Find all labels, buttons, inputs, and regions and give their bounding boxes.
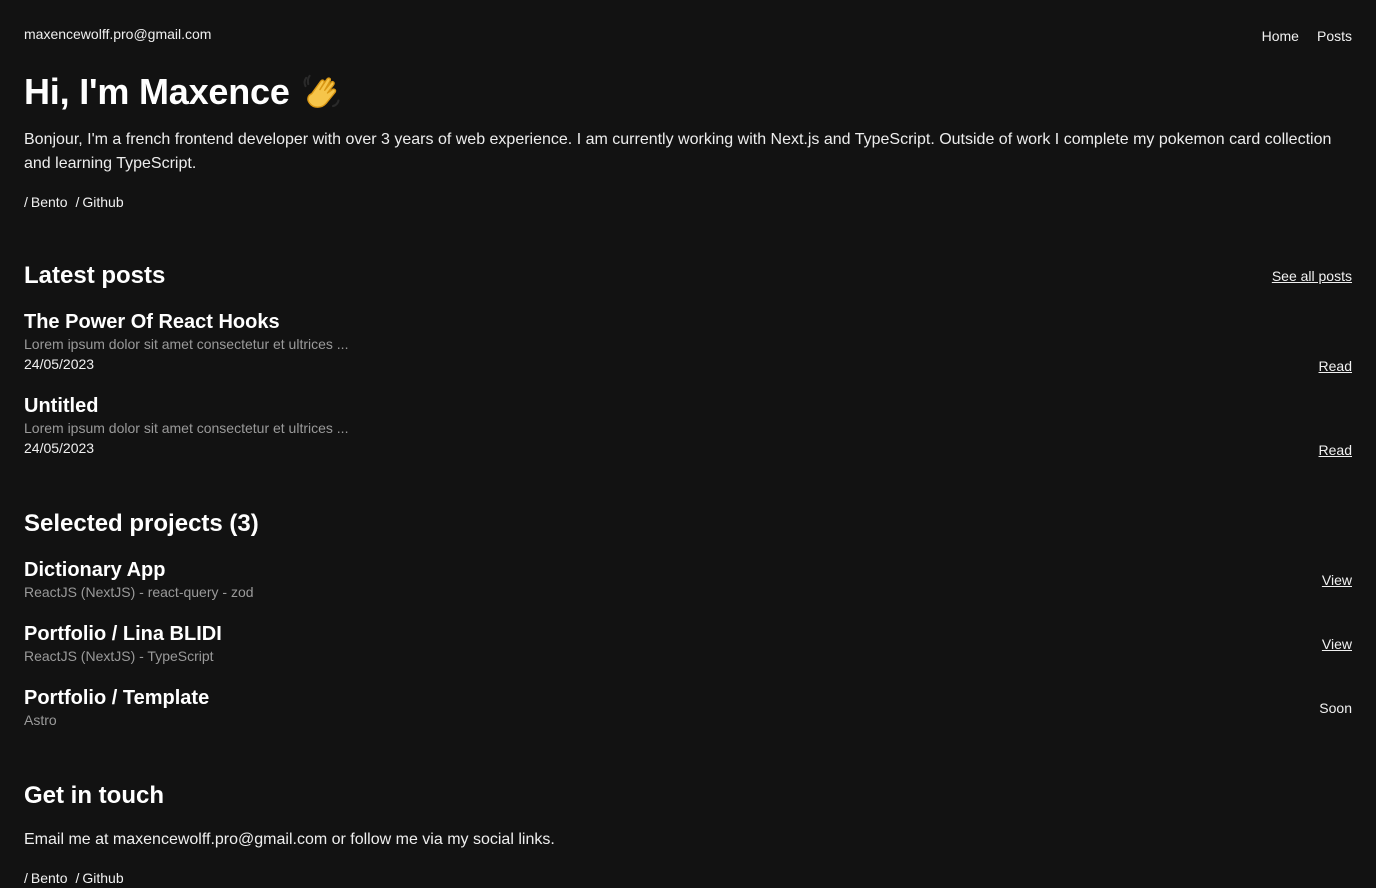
nav-home-link[interactable]: Home bbox=[1262, 28, 1299, 44]
nav-posts-link[interactable]: Posts bbox=[1317, 28, 1352, 44]
post-excerpt: Lorem ipsum dolor sit amet consectetur e… bbox=[24, 420, 349, 436]
link-prefix: / bbox=[24, 870, 28, 886]
post-date: 24/05/2023 bbox=[24, 440, 95, 456]
latest-posts-heading: Latest posts bbox=[24, 262, 166, 289]
github-link-bottom[interactable]: / Github bbox=[75, 870, 123, 886]
see-all-posts-link[interactable]: See all posts bbox=[1272, 268, 1352, 284]
main-navigation: Home Posts bbox=[1262, 28, 1352, 44]
selected-projects-heading: Selected projects (3) bbox=[24, 510, 259, 537]
bento-label: Bento bbox=[30, 194, 68, 210]
hero-title-text: Hi, I'm Maxence bbox=[24, 71, 290, 112]
project-title: Dictionary App bbox=[24, 559, 166, 581]
get-in-touch-heading: Get in touch bbox=[24, 782, 164, 809]
project-title: Portfolio / Lina BLIDI bbox=[24, 623, 222, 645]
social-links-top: / Bento / Github bbox=[24, 194, 124, 210]
view-project-link[interactable]: View bbox=[1322, 636, 1352, 652]
portfolio-page: maxencewolff.pro@gmail.com Home Posts Hi… bbox=[0, 0, 1376, 888]
project-title: Portfolio / Template bbox=[24, 687, 210, 709]
post-date: 24/05/2023 bbox=[24, 356, 95, 372]
project-technologies: ReactJS (NextJS) - react-query - zod bbox=[24, 584, 254, 600]
post-excerpt: Lorem ipsum dolor sit amet consectetur e… bbox=[24, 336, 349, 352]
header-email: maxencewolff.pro@gmail.com bbox=[24, 26, 212, 42]
view-project-link[interactable]: View bbox=[1322, 572, 1352, 588]
read-post-link[interactable]: Read bbox=[1319, 358, 1352, 374]
github-label: Github bbox=[82, 870, 124, 886]
link-prefix: / bbox=[75, 870, 80, 886]
post-item: Untitled Lorem ipsum dolor sit amet cons… bbox=[24, 394, 1352, 460]
project-technologies: ReactJS (NextJS) - TypeScript bbox=[24, 648, 214, 664]
post-title: Untitled bbox=[24, 395, 99, 417]
bento-link-top[interactable]: / Bento bbox=[24, 194, 67, 210]
link-prefix: / bbox=[75, 194, 80, 210]
post-item: The Power Of React Hooks Lorem ipsum dol… bbox=[24, 310, 1352, 376]
github-link-top[interactable]: / Github bbox=[75, 194, 123, 210]
contact-description: Email me at maxencewolff.pro@gmail.com o… bbox=[24, 831, 555, 848]
project-status: Soon bbox=[1319, 700, 1352, 716]
project-item: Dictionary App ReactJS (NextJS) - react-… bbox=[24, 558, 1352, 604]
bento-link-bottom[interactable]: / Bento bbox=[24, 870, 67, 886]
social-links-bottom: / Bento / Github bbox=[24, 870, 124, 886]
github-label: Github bbox=[82, 194, 124, 210]
hero-title: Hi, I'm Maxence bbox=[24, 70, 344, 114]
read-post-link[interactable]: Read bbox=[1319, 442, 1352, 458]
link-prefix: / bbox=[24, 194, 28, 210]
top-bar: maxencewolff.pro@gmail.com Home Posts bbox=[24, 26, 1352, 48]
waving-hand-icon bbox=[303, 74, 340, 108]
project-item: Portfolio / Template Astro Soon bbox=[24, 686, 1352, 732]
hero-description: Bonjour, I'm a french frontend developer… bbox=[24, 131, 1332, 172]
post-title: The Power Of React Hooks bbox=[24, 311, 280, 333]
project-technologies: Astro bbox=[24, 712, 57, 728]
bento-label: Bento bbox=[30, 870, 68, 886]
project-item: Portfolio / Lina BLIDI ReactJS (NextJS) … bbox=[24, 622, 1352, 668]
